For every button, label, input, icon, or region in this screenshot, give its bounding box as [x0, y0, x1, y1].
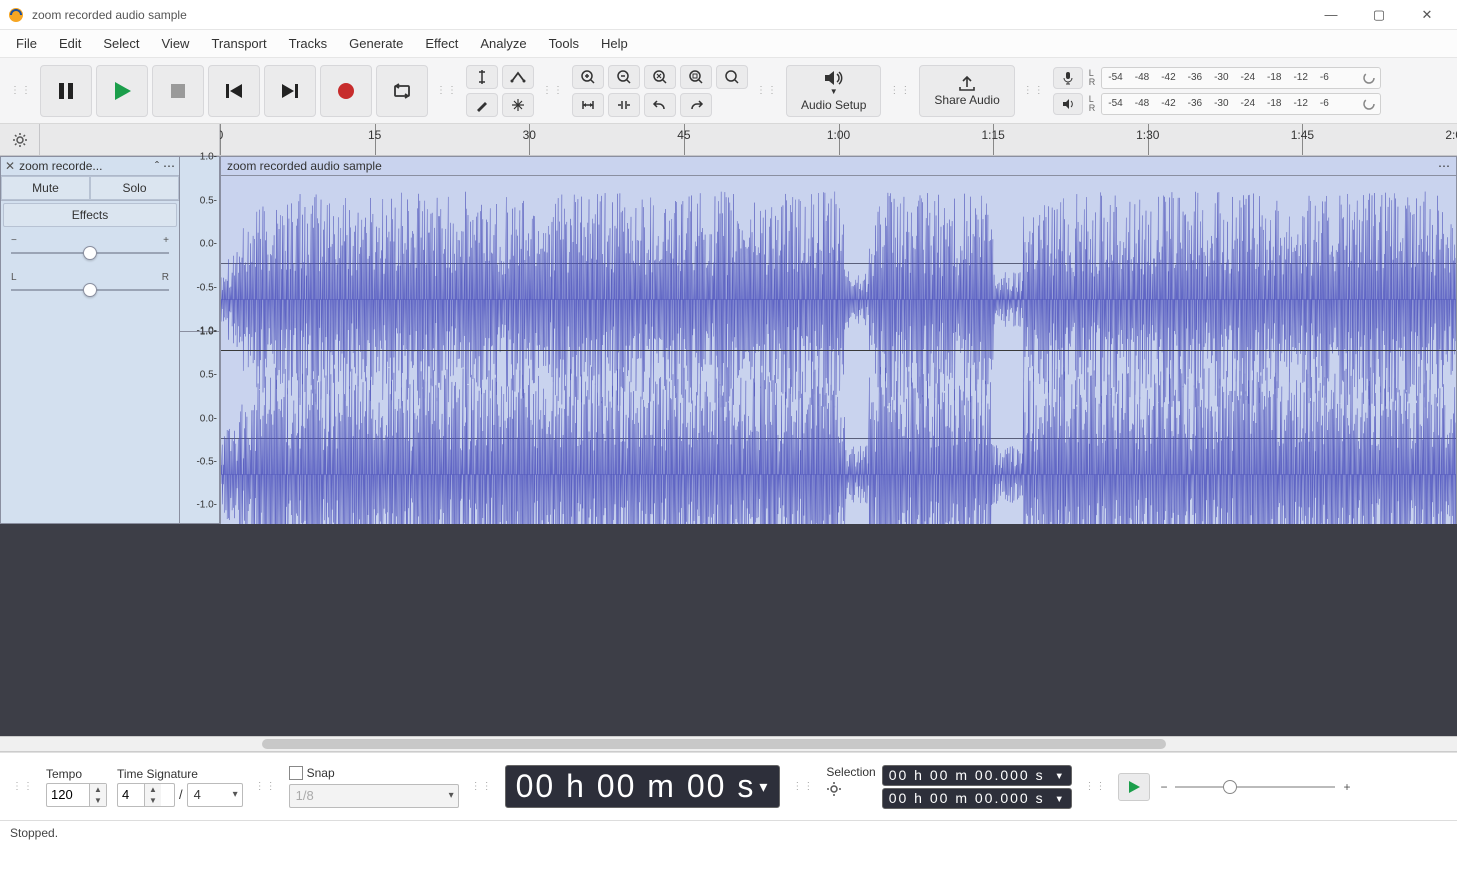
playback-speed-slider[interactable]: [1175, 786, 1335, 788]
status-text: Stopped.: [10, 826, 58, 840]
track-control-panel: ✕ zoom recorde... ˆ ⋯ Mute Solo Effects …: [0, 156, 180, 524]
speaker-small-icon: [1061, 97, 1075, 111]
zoom-in-button[interactable]: [572, 65, 604, 89]
trim-button[interactable]: [572, 93, 604, 117]
clip-menu-button[interactable]: ⋯: [1438, 159, 1450, 173]
silence-button[interactable]: [608, 93, 640, 117]
toolbar: ⋮⋮ ⋮⋮ ⋮⋮ ⋮⋮ ▼ Audio Setup ⋮⋮ Share Audi: [0, 58, 1457, 124]
menu-transport[interactable]: Transport: [201, 32, 276, 55]
selection-tool-button[interactable]: [466, 65, 498, 89]
track-menu-button[interactable]: ⋯: [163, 159, 175, 173]
track-name-label[interactable]: zoom recorde...: [19, 159, 151, 173]
amplitude-scale: 1.0-0.5-0.0--0.5--1.0- 1.0-0.5-0.0--0.5-…: [180, 156, 220, 524]
menu-view[interactable]: View: [152, 32, 200, 55]
pause-button[interactable]: [40, 65, 92, 117]
undo-button[interactable]: [644, 93, 676, 117]
menu-file[interactable]: File: [6, 32, 47, 55]
share-audio-button[interactable]: Share Audio: [919, 65, 1014, 117]
grip-icon[interactable]: ⋮⋮: [1082, 784, 1108, 790]
minimize-button[interactable]: ―: [1309, 1, 1353, 29]
pan-slider[interactable]: [11, 289, 169, 291]
clip-name-label[interactable]: zoom recorded audio sample: [227, 159, 382, 173]
mute-button[interactable]: Mute: [1, 176, 90, 200]
stop-button[interactable]: [152, 65, 204, 117]
titlebar: zoom recorded audio sample ― ▢ ✕: [0, 0, 1457, 30]
grip-icon[interactable]: ⋮⋮: [10, 784, 36, 790]
grip-icon[interactable]: ⋮⋮: [790, 784, 816, 790]
effects-button[interactable]: Effects: [3, 203, 177, 227]
skip-start-button[interactable]: [208, 65, 260, 117]
menu-edit[interactable]: Edit: [49, 32, 91, 55]
horizontal-scrollbar[interactable]: [0, 736, 1457, 752]
grip-icon[interactable]: ⋮⋮: [253, 784, 279, 790]
fit-project-button[interactable]: [680, 65, 712, 89]
menu-tracks[interactable]: Tracks: [279, 32, 338, 55]
grip-icon[interactable]: ⋮⋮: [540, 88, 566, 94]
tempo-label: Tempo: [46, 767, 107, 781]
grip-icon[interactable]: ⋮⋮: [887, 88, 913, 94]
record-meter-button[interactable]: [1053, 67, 1083, 89]
collapse-track-button[interactable]: ˆ: [155, 159, 159, 173]
redo-button[interactable]: [680, 93, 712, 117]
status-bar: Stopped.: [0, 820, 1457, 844]
track-area: ✕ zoom recorde... ˆ ⋯ Mute Solo Effects …: [0, 156, 1457, 736]
loop-button[interactable]: [376, 65, 428, 117]
grip-icon[interactable]: ⋮⋮: [8, 88, 34, 94]
time-sig-denominator[interactable]: 4: [187, 783, 243, 807]
play-button[interactable]: [96, 65, 148, 117]
grip-icon[interactable]: ⋮⋮: [434, 88, 460, 94]
close-button[interactable]: ✕: [1405, 1, 1449, 29]
skip-end-button[interactable]: [264, 65, 316, 117]
menu-tools[interactable]: Tools: [539, 32, 589, 55]
app-icon: [8, 7, 24, 23]
grip-icon[interactable]: ⋮⋮: [469, 784, 495, 790]
time-sig-numerator[interactable]: ▲▼: [117, 783, 175, 807]
fit-selection-button[interactable]: [644, 65, 676, 89]
selection-settings-button[interactable]: [826, 781, 842, 797]
timeline-settings-button[interactable]: [0, 124, 40, 155]
menu-effect[interactable]: Effect: [415, 32, 468, 55]
time-signature-label: Time Signature: [117, 767, 243, 781]
mic-icon: [1061, 71, 1075, 85]
menu-generate[interactable]: Generate: [339, 32, 413, 55]
grip-icon[interactable]: ⋮⋮: [1021, 88, 1047, 94]
snap-checkbox[interactable]: Snap: [289, 766, 459, 780]
selection-end-display[interactable]: 00 h 00 m 00.000 s ▾: [882, 788, 1073, 809]
window-title: zoom recorded audio sample: [32, 8, 1309, 22]
speaker-icon: [823, 70, 845, 85]
gear-icon: [12, 132, 28, 148]
audio-setup-label: Audio Setup: [801, 98, 866, 112]
zoom-toggle-button[interactable]: [716, 65, 748, 89]
snap-value-select[interactable]: 1/8: [289, 784, 459, 808]
audio-setup-button[interactable]: ▼ Audio Setup: [786, 65, 881, 117]
share-icon: [957, 75, 977, 91]
gain-slider[interactable]: [11, 252, 169, 254]
playback-meter[interactable]: -54-48-42-36-30-24-18-12-6: [1101, 93, 1381, 115]
menubar: File Edit Select View Transport Tracks G…: [0, 30, 1457, 58]
play-at-speed-button[interactable]: [1118, 773, 1150, 801]
recording-meter[interactable]: -54-48-42-36-30-24-18-12-6: [1101, 67, 1381, 89]
selection-label: Selection: [826, 765, 875, 779]
maximize-button[interactable]: ▢: [1357, 1, 1401, 29]
record-button[interactable]: [320, 65, 372, 117]
envelope-tool-button[interactable]: [502, 65, 534, 89]
menu-analyze[interactable]: Analyze: [470, 32, 536, 55]
menu-help[interactable]: Help: [591, 32, 638, 55]
bottom-toolbar: ⋮⋮ Tempo ▲▼ Time Signature ▲▼ / 4 ⋮⋮ Sna…: [0, 752, 1457, 820]
playback-meter-button[interactable]: [1053, 93, 1083, 115]
time-display[interactable]: 00 h 00 m 00 s▾: [505, 765, 781, 808]
draw-tool-button[interactable]: [466, 93, 498, 117]
timeline-ruler-row: 01530451:001:151:301:452:00: [0, 124, 1457, 156]
tempo-input[interactable]: ▲▼: [46, 783, 107, 807]
timeline-ruler[interactable]: 01530451:001:151:301:452:00: [220, 124, 1457, 155]
share-audio-label: Share Audio: [934, 93, 999, 107]
menu-select[interactable]: Select: [93, 32, 149, 55]
close-track-button[interactable]: ✕: [5, 159, 15, 173]
zoom-out-button[interactable]: [608, 65, 640, 89]
multi-tool-button[interactable]: [502, 93, 534, 117]
selection-start-display[interactable]: 00 h 00 m 00.000 s ▾: [882, 765, 1073, 786]
solo-button[interactable]: Solo: [90, 176, 179, 200]
grip-icon[interactable]: ⋮⋮: [754, 88, 780, 94]
